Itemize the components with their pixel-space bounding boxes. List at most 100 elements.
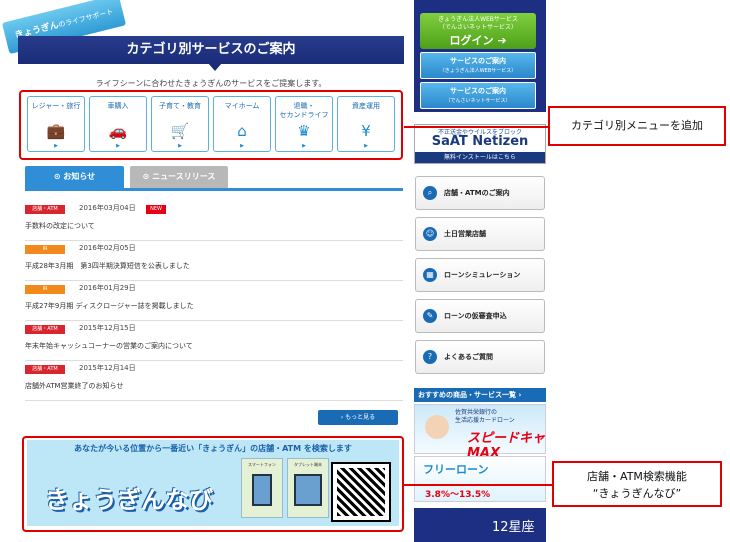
category-4[interactable]: マイホーム ⌂ ▶ [213,96,271,152]
rec3-title: 12星座 [492,520,535,535]
news-badge: IR [25,285,65,294]
sidebar-item-label: 店舗・ATMのご案内 [444,189,510,197]
speed-cardloan-banner[interactable]: 佐賀共栄銀行の 生活応援カードローン スピードキャMAX [414,404,546,461]
svc1-sub: （きょうぎん法人WEBサービス） [439,68,517,74]
trophy-icon: ♛ [297,122,311,140]
search-icon: ⌕ [423,186,437,200]
category-label: 車購入 [107,102,129,110]
category-6[interactable]: 資産運用 ¥ ▶ [337,96,395,152]
service-guide-densai-button[interactable]: サービスのご案内 （でんさいネットサービス） [420,82,536,109]
category-label: 資産運用 [352,102,380,110]
login-label: ログイン [449,34,494,47]
triangle-right-icon: ▶ [364,143,368,149]
navi-headline: あなたが今いる位置から一番近い「きょうぎん」の店舗・ATM を検索します [74,444,352,453]
login-sub: きょうぎん法人WEBサービス （でんさいネットサービス） [438,16,518,31]
tablet-label: タブレット端末 [294,462,322,467]
intro-text: ライフシーンに合わせたきょうぎんのサービスをご提案します。 [95,79,327,88]
smartphone-image: スマートフォン [241,458,283,518]
news-title[interactable]: 平成27年9月期 ディスクロージャー誌を掲載しました [25,301,194,311]
sidebar-item-4[interactable]: ✎ ローンの仮審査申込 [415,299,545,333]
news-date: 2016年03月04日 [79,204,136,212]
page-title: カテゴリ別サービスのご案内 [18,36,404,64]
rec2-rate: 3.8%〜13.5% [425,490,491,500]
question-icon: ? [423,350,437,364]
saat-netizen-banner[interactable]: 不正送金やウイルスをブロック SaAT Netizen 無料インストールはこちら [414,124,546,164]
arrow-right-icon: ➔ [497,34,507,47]
kyougin-navi-banner[interactable]: あなたが今いる位置から一番近い「きょうぎん」の店舗・ATM を検索します きょう… [27,440,399,526]
sidebar-item-label: よくあるご質問 [444,353,493,361]
tab-underline [25,188,403,191]
svc2-label: サービスのご案内 [450,87,506,95]
news-item[interactable]: 店舗・ATM 2016年03月04日 NEW 手数料の改定について [25,201,403,241]
car-icon: 🚗 [108,122,128,140]
smartphone-label: スマートフォン [248,462,276,467]
tab-news-release[interactable]: ⊙ ニュースリリース [130,166,228,188]
sidebar-item-3[interactable]: ▦ ローンシミュレーション [415,258,545,292]
news-badge: IR [25,245,65,254]
category-label: マイホーム [224,102,260,110]
svc2-sub: （でんさいネットサービス） [445,98,511,104]
category-label: 子育て・教育 [159,102,201,110]
sidebar-item-2[interactable]: ☺ 土日営業店舗 [415,217,545,251]
sidebar-item-label: ローンシミュレーション [444,271,521,279]
more-label: もっと見る [345,414,376,421]
saat-free: 無料インストールはこちら [415,152,545,163]
sidebar-item-1[interactable]: ⌕ 店舗・ATMのご案内 [415,176,545,210]
sidebar-item-5[interactable]: ? よくあるご質問 [415,340,545,374]
category-label: レジャー・旅行 [31,102,81,110]
service-guide-web-button[interactable]: サービスのご案内 （きょうぎん法人WEBサービス） [420,52,536,79]
news-title[interactable]: 平成28年3月期 第3四半期決算短信を公表しました [25,261,190,271]
sidebar-item-label: 土日営業店舗 [444,230,486,238]
news-title[interactable]: 手数料の改定について [25,221,95,231]
house-icon: ⌂ [237,122,247,140]
category-label: 退職・ セカンドライフ [279,102,329,119]
triangle-right-icon: ▶ [302,143,306,149]
news-item[interactable]: 店舗・ATM 2015年12月14日 店舗外ATM営業終了のお知らせ [25,361,403,401]
tab-notice[interactable]: ⊙ お知らせ [25,166,124,188]
banner-notch [208,63,222,71]
rec2-title: フリーローン [423,463,489,476]
news-badge: 店舗・ATM [25,325,65,334]
qr-code [331,462,391,522]
svc1-label: サービスのご案内 [450,57,506,65]
news-date: 2015年12月15日 [79,324,136,332]
callout-navi: 店舗・ATM検索機能 “きょうぎんなび” [552,461,722,507]
callout-line-category [404,126,548,128]
news-badge: 店舗・ATM [25,205,65,214]
triangle-right-icon: ▶ [116,143,120,149]
rec-header-label: おすすめの商品・サービス一覧 [418,391,516,399]
stroller-icon: 🛒 [170,122,190,140]
triangle-right-icon: ▶ [54,143,58,149]
sidebar-item-label: ローンの仮審査申込 [444,312,507,320]
more-button[interactable]: › もっと見る [318,410,398,425]
category-5[interactable]: 退職・ セカンドライフ ♛ ▶ [275,96,333,152]
saat-name: SaAT Netizen [431,134,529,149]
category-1[interactable]: レジャー・旅行 💼 ▶ [27,96,85,152]
recommend-header[interactable]: おすすめの商品・サービス一覧 › [414,388,546,402]
calculator-icon: ▦ [423,268,437,282]
news-item[interactable]: IR 2016年02月05日平成28年3月期 第3四半期決算短信を公表しました [25,241,403,281]
new-badge: NEW [146,205,166,214]
rec1-sub: 佐賀共栄銀行の 生活応援カードローン [455,409,515,424]
news-item[interactable]: 店舗・ATM 2015年12月15日年末年始キャッシュコーナーの営業のご案内につい… [25,321,403,361]
news-title[interactable]: 店舗外ATM営業終了のお知らせ [25,381,123,391]
news-item[interactable]: IR 2016年01月29日平成27年9月期 ディスクロージャー誌を掲載しました [25,281,403,321]
suitcase-icon: 💼 [46,122,66,140]
callout-line-navi [404,484,552,486]
category-3[interactable]: 子育て・教育 🛒 ▶ [151,96,209,152]
news-date: 2016年02月05日 [79,244,136,252]
free-loan-banner[interactable]: フリーローン 3.8%〜13.5% [414,456,546,502]
horoscope-banner[interactable]: 12星座 [414,508,546,542]
ribbon-sub: のライフサポート [57,7,114,30]
tablet-image: タブレット端末 [287,458,329,518]
tab-news-release-label: ニュースリリース [152,172,216,181]
news-title[interactable]: 年末年始キャッシュコーナーの営業のご案内について [25,341,193,351]
document-icon: ✎ [423,309,437,323]
arrow-right-icon: › [518,391,522,399]
callout-category: カテゴリ別メニューを追加 [548,106,726,146]
news-date: 2016年01月29日 [79,284,136,292]
tab-notice-label: お知らせ [63,172,96,181]
news-badge: 店舗・ATM [25,365,65,374]
category-2[interactable]: 車購入 🚗 ▶ [89,96,147,152]
login-button[interactable]: きょうぎん法人WEBサービス （でんさいネットサービス） ログイン ➔ [420,13,536,49]
